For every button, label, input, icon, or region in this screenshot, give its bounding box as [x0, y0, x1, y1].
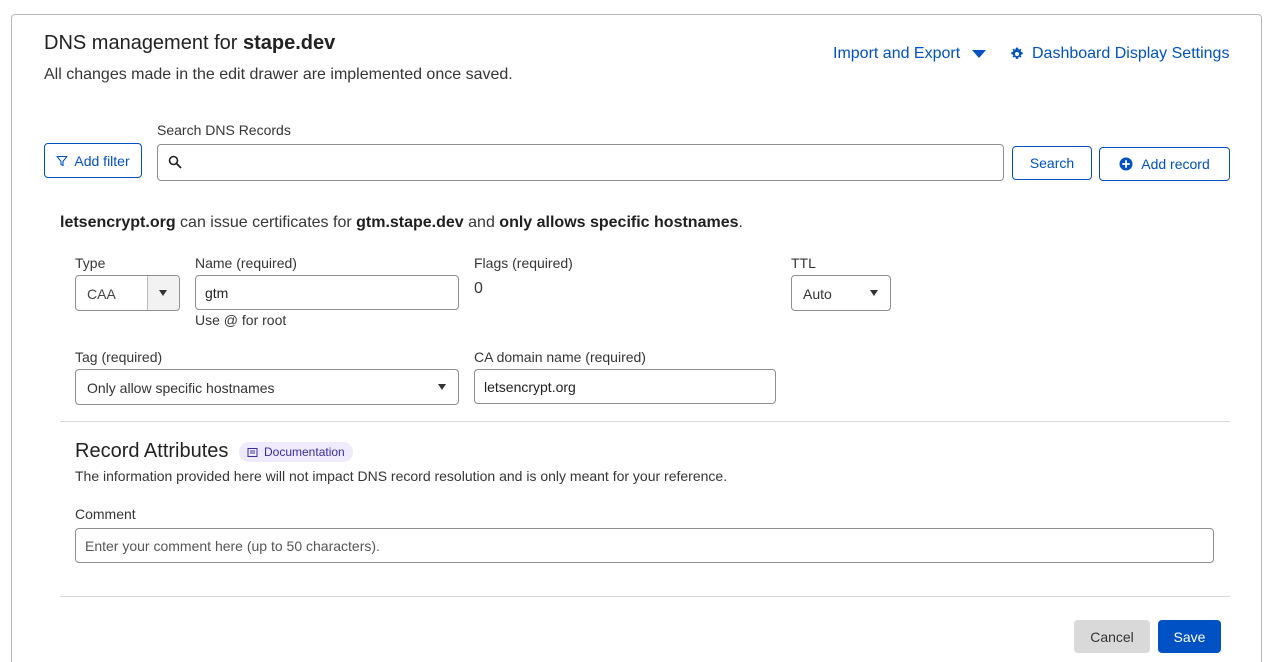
add-filter-button[interactable]: Add filter: [44, 143, 142, 178]
ttl-value: Auto: [803, 286, 832, 302]
page-subtitle: All changes made in the edit drawer are …: [44, 66, 513, 83]
tag-label: Tag (required): [75, 349, 163, 365]
documentation-label: Documentation: [264, 445, 345, 459]
add-record-label: Add record: [1141, 156, 1210, 172]
dashboard-display-settings-link[interactable]: Dashboard Display Settings: [1010, 45, 1229, 63]
caret-down-icon: [972, 50, 987, 58]
filter-icon: [56, 155, 68, 166]
page-title: DNS management for stape.dev: [44, 32, 335, 55]
record-attributes-title: Record Attributes: [75, 440, 229, 462]
caret-down-icon: [159, 290, 167, 296]
summary-ca: letsencrypt.org: [60, 214, 176, 231]
type-dropdown-toggle[interactable]: [148, 276, 179, 310]
search-label: Search DNS Records: [157, 122, 291, 138]
ttl-label: TTL: [791, 255, 816, 271]
comment-input[interactable]: [75, 528, 1214, 563]
tag-select[interactable]: Only allow specific hostnames: [75, 369, 459, 405]
summary-policy: only allows specific hostnames: [499, 214, 739, 231]
gear-icon: [1011, 47, 1023, 59]
search-input[interactable]: [188, 149, 993, 176]
summary-text-1: can issue certificates for: [175, 214, 357, 231]
ca-domain-label: CA domain name (required): [474, 349, 646, 365]
title-prefix: DNS management for: [44, 32, 243, 54]
name-hint: Use @ for root: [195, 312, 287, 328]
book-icon: [247, 447, 258, 457]
add-record-button[interactable]: Add record: [1099, 147, 1230, 181]
summary-text-3: .: [738, 214, 743, 231]
save-button[interactable]: Save: [1158, 620, 1221, 653]
ttl-select[interactable]: Auto: [791, 275, 891, 311]
import-export-label: Import and Export: [833, 45, 961, 62]
footer-divider: [60, 596, 1230, 597]
import-export-menu[interactable]: Import and Export: [833, 45, 987, 63]
summary-host: gtm.stape.dev: [356, 214, 464, 231]
dns-editor-panel: [11, 14, 1262, 662]
caret-down-icon: [870, 290, 878, 296]
name-label: Name (required): [195, 255, 297, 271]
tag-value: Only allow specific hostnames: [87, 380, 275, 396]
ca-domain-input[interactable]: [474, 369, 776, 404]
name-input[interactable]: [195, 275, 459, 310]
record-summary: letsencrypt.org can issue certificates f…: [60, 214, 743, 232]
type-select[interactable]: CAA: [75, 275, 180, 311]
plus-circle-icon: [1119, 157, 1133, 171]
type-value: CAA: [87, 286, 116, 302]
comment-label: Comment: [75, 506, 136, 522]
section-divider: [60, 421, 1230, 422]
caret-down-icon: [438, 384, 446, 390]
documentation-link[interactable]: Documentation: [239, 442, 353, 462]
dashboard-settings-label: Dashboard Display Settings: [1032, 45, 1230, 62]
flags-label: Flags (required): [474, 255, 573, 271]
summary-text-2: and: [463, 214, 500, 231]
title-domain: stape.dev: [242, 32, 336, 54]
search-icon: [168, 155, 182, 169]
search-box: [157, 144, 1004, 181]
record-attributes-description: The information provided here will not i…: [75, 468, 728, 484]
cancel-button[interactable]: Cancel: [1074, 620, 1150, 653]
type-label: Type: [75, 255, 106, 271]
flags-value: 0: [474, 280, 483, 297]
add-filter-label: Add filter: [74, 152, 130, 169]
search-button[interactable]: Search: [1012, 146, 1092, 180]
